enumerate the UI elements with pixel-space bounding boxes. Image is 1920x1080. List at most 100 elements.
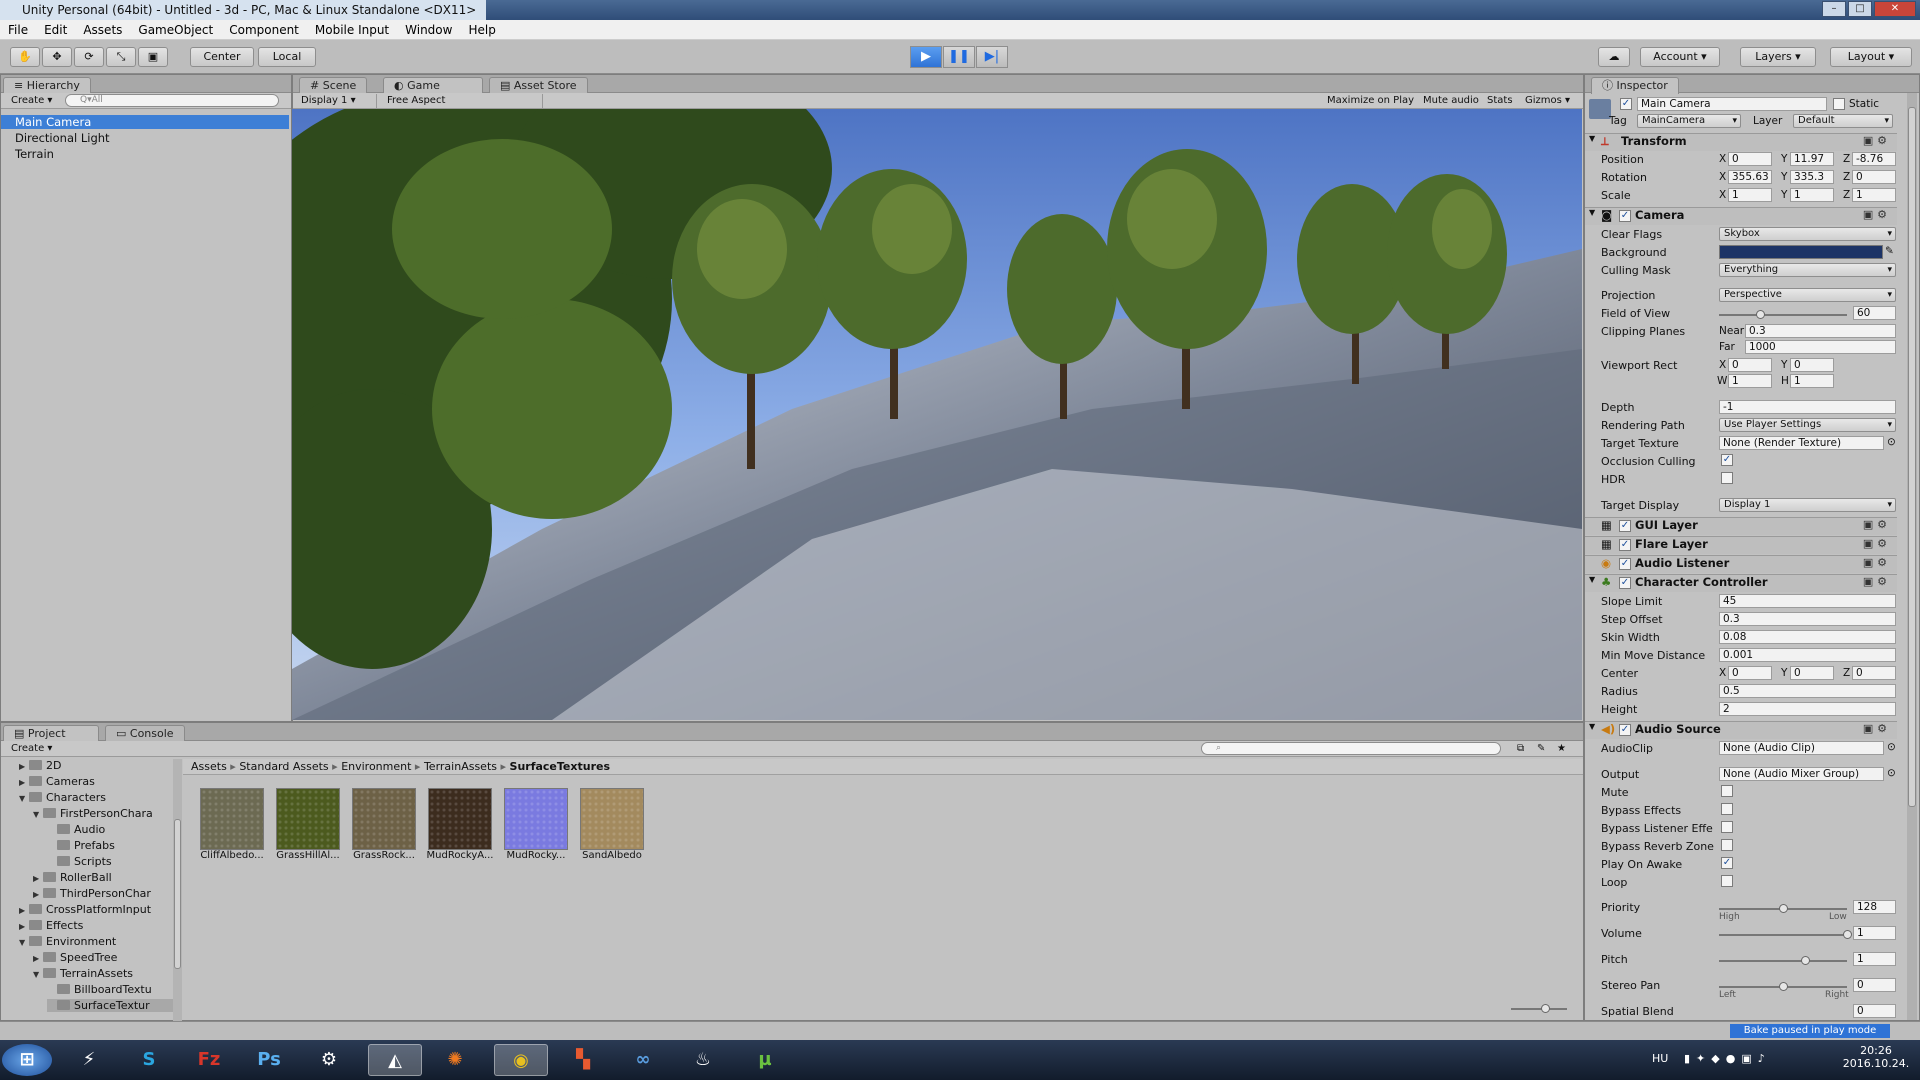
- clock[interactable]: 20:26 2016.10.24.: [1836, 1044, 1916, 1070]
- folder-tree-item[interactable]: Prefabs: [47, 839, 115, 852]
- camera-header[interactable]: ▼ ◙ ✓ Camera ▣ ⚙: [1585, 207, 1897, 225]
- play-button[interactable]: ▶: [910, 46, 942, 68]
- breadcrumb-item[interactable]: TerrainAssets: [424, 760, 497, 773]
- tab-project[interactable]: ▤ Project: [3, 725, 99, 742]
- bypass-effects-checkbox[interactable]: [1721, 803, 1733, 815]
- near-field[interactable]: 0.3: [1745, 324, 1896, 338]
- height-field[interactable]: 2: [1719, 702, 1896, 716]
- bypass-listener-checkbox[interactable]: [1721, 821, 1733, 833]
- account-dropdown[interactable]: Account ▾: [1640, 47, 1720, 67]
- center-z-field[interactable]: 0: [1852, 666, 1896, 680]
- folder-tree-item[interactable]: ▼ TerrainAssets: [33, 967, 133, 980]
- target-display-dropdown[interactable]: Display 1: [1719, 498, 1896, 512]
- expand-arrow-icon[interactable]: ▼: [33, 810, 43, 819]
- language-indicator[interactable]: HU: [1652, 1052, 1668, 1065]
- flare-layer-checkbox[interactable]: ✓: [1619, 539, 1631, 551]
- move-tool-button[interactable]: ✥: [42, 47, 72, 67]
- viewport-y-field[interactable]: 0: [1790, 358, 1834, 372]
- tab-inspector[interactable]: ⓘ Inspector: [1591, 77, 1679, 94]
- audio-source-checkbox[interactable]: ✓: [1619, 724, 1631, 736]
- stereo-pan-field[interactable]: 0: [1853, 978, 1896, 992]
- hierarchy-create-button[interactable]: Create ▾: [7, 94, 56, 108]
- depth-field[interactable]: -1: [1719, 400, 1896, 414]
- pitch-field[interactable]: 1: [1853, 952, 1896, 966]
- target-texture-field[interactable]: None (Render Texture): [1719, 436, 1884, 450]
- inspector-scrollbar-thumb[interactable]: [1908, 107, 1916, 807]
- pivot-local-button[interactable]: Local: [258, 47, 316, 67]
- filter-label-icon[interactable]: ✎: [1533, 742, 1549, 756]
- favorite-star-icon[interactable]: ★: [1553, 742, 1570, 756]
- expand-arrow-icon[interactable]: ▶: [33, 890, 43, 899]
- loop-checkbox[interactable]: [1721, 875, 1733, 887]
- breadcrumb-item[interactable]: Environment: [341, 760, 411, 773]
- expand-arrow-icon[interactable]: ▼: [19, 938, 29, 947]
- tab-scene[interactable]: # Scene: [299, 77, 368, 93]
- tree-scrollbar[interactable]: [173, 759, 182, 1021]
- object-name-field[interactable]: Main Camera: [1637, 97, 1827, 111]
- taskbar-app-skype[interactable]: S: [122, 1044, 176, 1076]
- taskbar-app-office[interactable]: ▚: [556, 1044, 610, 1076]
- cloud-button[interactable]: ☁: [1598, 47, 1630, 67]
- scale-z-field[interactable]: 1: [1852, 188, 1896, 202]
- tag-dropdown[interactable]: MainCamera: [1637, 114, 1741, 128]
- bypass-reverb-checkbox[interactable]: [1721, 839, 1733, 851]
- folder-tree-item[interactable]: Audio: [47, 823, 105, 836]
- flare-layer-header[interactable]: ▦ ✓ Flare Layer ▣ ⚙: [1585, 536, 1897, 554]
- transform-header[interactable]: ▼ ⟂ Transform ▣ ⚙: [1585, 133, 1897, 151]
- stereo-pan-slider[interactable]: [1719, 982, 1847, 991]
- character-controller-checkbox[interactable]: ✓: [1619, 577, 1631, 589]
- priority-slider-knob[interactable]: [1779, 904, 1788, 913]
- fov-slider-knob[interactable]: [1755, 310, 1765, 319]
- display-dropdown[interactable]: Display 1 ▾: [297, 94, 377, 108]
- hierarchy-item-directional-light[interactable]: Directional Light: [15, 131, 110, 145]
- position-y-field[interactable]: 11.97: [1790, 152, 1834, 166]
- expand-arrow-icon[interactable]: ▼: [33, 970, 43, 979]
- static-checkbox[interactable]: [1833, 98, 1845, 110]
- start-button[interactable]: ⊞: [2, 1044, 52, 1076]
- game-viewport[interactable]: [292, 109, 1582, 720]
- pivot-center-button[interactable]: Center: [190, 47, 254, 67]
- folder-tree-item[interactable]: Scripts: [47, 855, 112, 868]
- character-controller-header[interactable]: ▼ ♣ ✓ Character Controller ▣ ⚙: [1585, 574, 1897, 592]
- rotation-z-field[interactable]: 0: [1852, 170, 1896, 184]
- settings-gear-icon[interactable]: ▣ ⚙: [1863, 556, 1887, 569]
- scale-y-field[interactable]: 1: [1790, 188, 1834, 202]
- stats-toggle[interactable]: Stats: [1483, 94, 1517, 108]
- hdr-checkbox[interactable]: [1721, 472, 1733, 484]
- folder-tree-item[interactable]: ▶ RollerBall: [33, 871, 112, 884]
- taskbar-app-thunder[interactable]: ⚡: [62, 1044, 116, 1076]
- taskbar-app-unity[interactable]: ◭: [368, 1044, 422, 1076]
- inspector-scrollbar[interactable]: [1907, 93, 1917, 1020]
- gui-layer-checkbox[interactable]: ✓: [1619, 520, 1631, 532]
- object-picker-icon[interactable]: ⊙: [1887, 436, 1896, 448]
- menu-assets[interactable]: Assets: [75, 23, 130, 37]
- pitch-slider[interactable]: [1719, 956, 1847, 965]
- center-y-field[interactable]: 0: [1790, 666, 1834, 680]
- center-x-field[interactable]: 0: [1728, 666, 1772, 680]
- folder-tree-item[interactable]: ▶ ThirdPersonChar: [33, 887, 151, 900]
- thumbnail-size-knob[interactable]: [1541, 1004, 1550, 1013]
- audioclip-field[interactable]: None (Audio Clip): [1719, 741, 1884, 755]
- layers-dropdown[interactable]: Layers ▾: [1740, 47, 1816, 67]
- expand-arrow-icon[interactable]: ▶: [19, 922, 29, 931]
- asset-thumbnail[interactable]: GrassRock...: [352, 788, 418, 861]
- menu-window[interactable]: Window: [397, 23, 460, 37]
- projection-dropdown[interactable]: Perspective: [1719, 288, 1896, 302]
- rotate-tool-button[interactable]: ⟳: [74, 47, 104, 67]
- taskbar-app-blender[interactable]: ✺: [428, 1044, 482, 1076]
- expand-arrow-icon[interactable]: ▶: [19, 778, 29, 787]
- viewport-x-field[interactable]: 0: [1728, 358, 1772, 372]
- priority-field[interactable]: 128: [1853, 900, 1896, 914]
- mute-audio-toggle[interactable]: Mute audio: [1419, 94, 1483, 108]
- object-picker-icon[interactable]: ⊙: [1887, 741, 1896, 753]
- settings-gear-icon[interactable]: ▣ ⚙: [1863, 208, 1887, 221]
- maximize-on-play-toggle[interactable]: Maximize on Play: [1323, 94, 1418, 108]
- volume-slider[interactable]: [1719, 930, 1852, 939]
- tab-asset-store[interactable]: ▤ Asset Store: [489, 77, 588, 93]
- layer-dropdown[interactable]: Default: [1793, 114, 1893, 128]
- asset-thumbnail[interactable]: GrassHillAl...: [276, 788, 342, 861]
- camera-enabled-checkbox[interactable]: ✓: [1619, 210, 1631, 222]
- asset-thumbnail[interactable]: MudRockyA...: [427, 788, 494, 861]
- project-create-button[interactable]: Create ▾: [7, 742, 56, 756]
- fov-slider[interactable]: [1719, 310, 1847, 319]
